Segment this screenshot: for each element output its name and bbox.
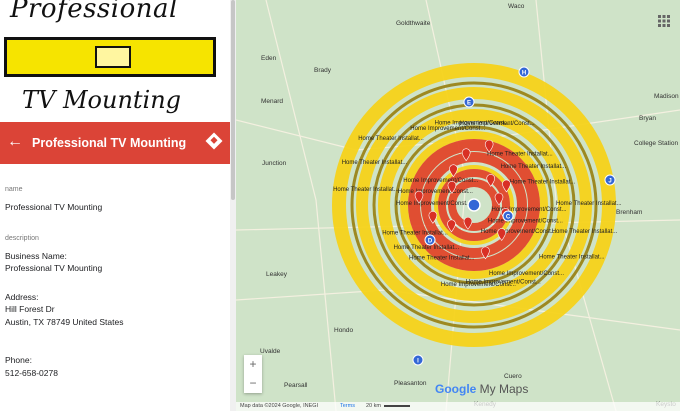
svg-text:C: C xyxy=(506,214,511,220)
address-line-1: Hill Forest Dr xyxy=(5,304,55,314)
letter-marker[interactable]: D xyxy=(424,234,436,246)
spirit-level-graphic xyxy=(4,37,216,77)
town-label: Eden xyxy=(261,55,277,62)
town-label: Junction xyxy=(262,160,287,167)
town-label: Waco xyxy=(508,3,525,10)
town-label: Pearsall xyxy=(284,382,308,389)
google-wordmark: Google xyxy=(435,382,477,396)
description-label: description xyxy=(5,235,39,242)
ring-label: Home Theater Installat... xyxy=(382,231,448,237)
ring-label: Home Theater Installat... xyxy=(501,164,567,170)
letter-marker[interactable]: C xyxy=(502,210,514,222)
town-label: Goldthwaite xyxy=(396,20,431,27)
ring-label: Home Improvement/Const... xyxy=(403,178,478,184)
ring-label: Home Improvement/Const... xyxy=(481,229,556,235)
letter-marker[interactable]: I xyxy=(412,354,424,366)
terms-link[interactable]: Terms xyxy=(340,403,355,409)
town-label: Brenham xyxy=(616,209,642,216)
ring-label: Home Theater Installat... xyxy=(342,160,408,166)
map-svg: Home Theater Installat...Home Improvemen… xyxy=(236,0,680,411)
svg-text:H: H xyxy=(522,70,526,76)
ring-label: Home Theater Installat... xyxy=(409,256,475,262)
directions-icon[interactable] xyxy=(205,132,223,150)
ring-label: Home Theater Installat... xyxy=(510,180,576,186)
town-label: Uvalde xyxy=(260,348,281,355)
town-label: Brady xyxy=(314,67,332,74)
zoom-in-button[interactable]: + xyxy=(244,355,262,374)
map-canvas[interactable]: Home Theater Installat... Home Improvemen… xyxy=(236,0,680,411)
ring-label: Home Improvement/Const... xyxy=(396,201,471,207)
ring-label: Home Theater Installat... xyxy=(358,136,424,142)
town-label: Cuero xyxy=(504,373,522,380)
ring-label: Home Improvement/Const... xyxy=(489,271,564,277)
town-label: Hondo xyxy=(334,327,354,334)
place-details: name Professional TV Mounting descriptio… xyxy=(5,184,225,379)
ring-label: Home Theater Installat... xyxy=(333,187,399,193)
town-label: Bryan xyxy=(639,115,656,122)
phone-value[interactable]: 512-658-0278 xyxy=(5,367,225,380)
ring-label: Home Improvement/Const... xyxy=(398,189,473,195)
address-heading: Address: xyxy=(5,291,39,302)
map-attribution-bar: Map data ©2024 Google, INEGI Terms 20 km xyxy=(236,402,680,411)
ring-label: Home Theater Installat... xyxy=(487,151,553,157)
my-maps-wordmark: My Maps xyxy=(476,382,529,396)
town-label: Madison xyxy=(654,93,679,100)
google-my-maps-logo: Google My Maps xyxy=(435,382,528,396)
logo-line-1: Professional xyxy=(10,0,178,24)
town-label: Pleasanton xyxy=(394,380,427,387)
center-marker[interactable] xyxy=(467,198,481,212)
letter-marker[interactable]: H xyxy=(518,66,530,78)
ring-label: Home Theater Installat... xyxy=(552,229,618,235)
svg-text:J: J xyxy=(608,178,611,184)
map-data-credit: Map data ©2024 Google, INEGI xyxy=(240,403,319,409)
svg-text:D: D xyxy=(428,238,433,244)
scrollbar-thumb[interactable] xyxy=(231,0,235,200)
logo-line-2: TV Mounting xyxy=(22,86,182,114)
ring-label: Home Improvement/Const... xyxy=(441,282,516,288)
name-label: name xyxy=(5,186,23,193)
svg-text:E: E xyxy=(467,100,471,106)
panel-header: ← Professional TV Mounting xyxy=(0,122,230,164)
zoom-out-button[interactable]: − xyxy=(244,374,262,393)
letter-marker[interactable]: E xyxy=(463,96,475,108)
apps-grid-icon[interactable] xyxy=(658,14,670,27)
letter-marker[interactable]: J xyxy=(604,174,616,186)
zoom-control: + − xyxy=(244,355,262,393)
address-line-2: Austin, TX 78749 United States xyxy=(5,316,124,327)
description-line-1: Business Name: xyxy=(5,250,67,261)
ring-label: Home Improvement/Const... xyxy=(460,121,535,127)
description-line-2: Professional TV Mounting xyxy=(5,263,103,273)
side-panel: Professional TV Mounting ← Professional … xyxy=(0,0,237,411)
scale-label: 20 km xyxy=(366,403,381,409)
ring-label: Home Theater Installat... xyxy=(394,245,460,251)
arrow-left-icon[interactable]: ← xyxy=(7,133,23,151)
ring-label: Home Theater Installat... xyxy=(539,254,605,260)
ring-label: Home Improvement/Const... xyxy=(488,219,563,225)
panel-title: Professional TV Mounting xyxy=(32,136,187,150)
town-label: College Station xyxy=(634,140,678,147)
town-label: Menard xyxy=(261,98,283,105)
phone-heading: Phone: xyxy=(5,355,32,365)
scale-bar xyxy=(384,405,410,407)
name-value: Professional TV Mounting xyxy=(5,201,103,212)
town-label: Leakey xyxy=(266,271,288,278)
business-logo: Professional TV Mounting xyxy=(0,0,230,122)
